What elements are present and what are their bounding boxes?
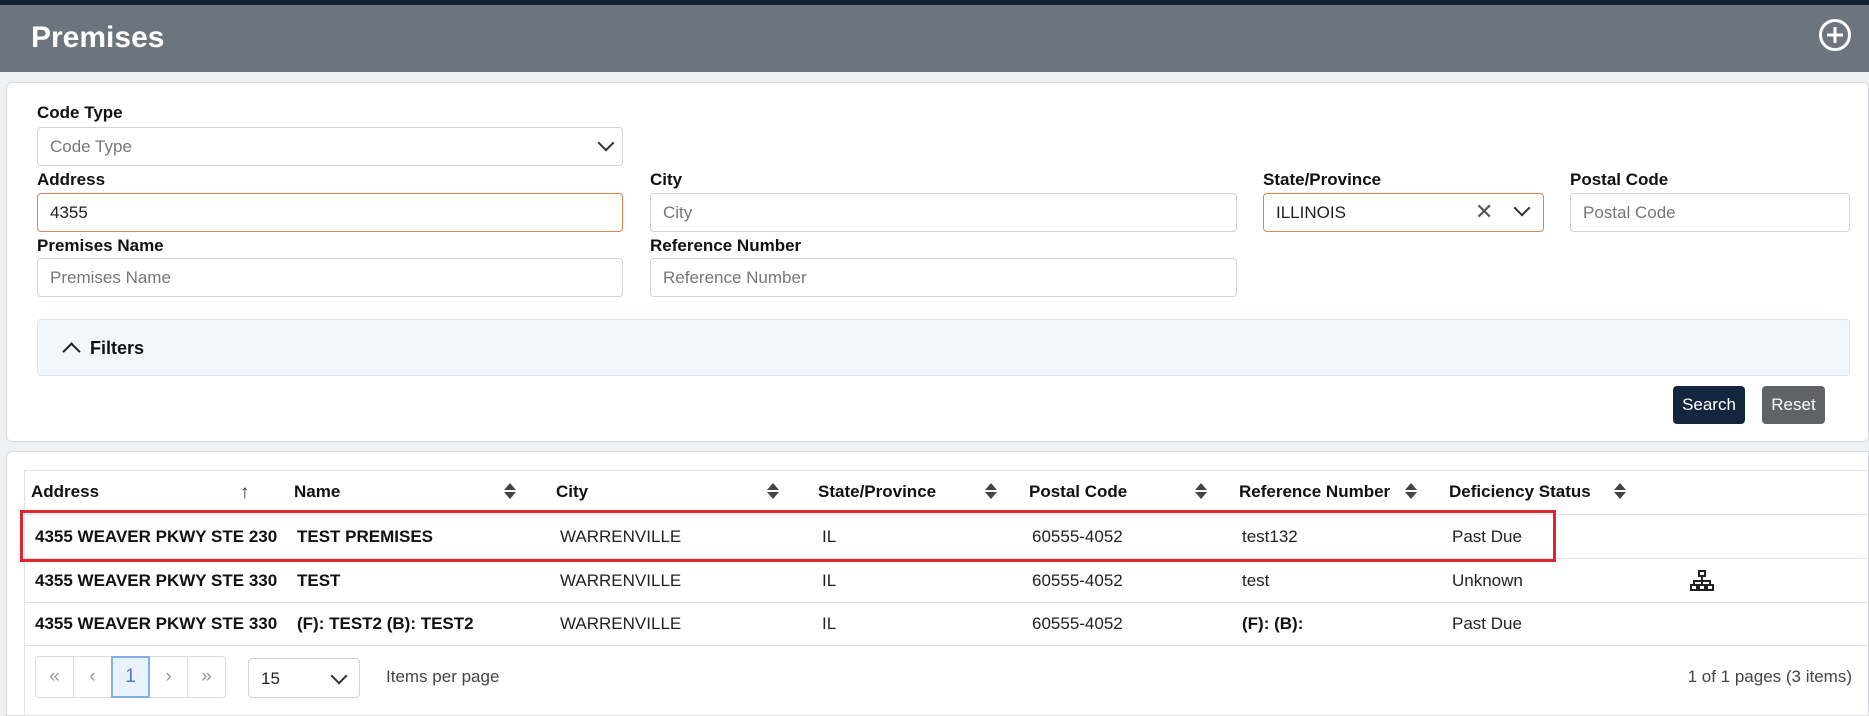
reference-number-input[interactable]: Reference Number [650, 258, 1237, 297]
column-header-state[interactable]: State/Province [818, 482, 936, 502]
sort-icon[interactable] [504, 482, 516, 500]
cell-postal-code: 60555-4052 [1032, 571, 1123, 590]
page-title: Premises [31, 21, 165, 54]
city-label: City [650, 170, 683, 189]
sort-icon[interactable] [1405, 482, 1417, 500]
cell-status: Past Due [1452, 614, 1522, 633]
cell-city: WARRENVILLE [560, 614, 682, 633]
column-header-name[interactable]: Name [294, 482, 340, 502]
column-header-postal-code[interactable]: Postal Code [1029, 482, 1127, 502]
column-header-deficiency-status[interactable]: Deficiency Status [1449, 482, 1591, 502]
postal-code-label: Postal Code [1570, 170, 1669, 189]
cell-name: TEST [297, 571, 341, 590]
pagination: « ‹ 1 › » [35, 656, 226, 698]
row-divider [24, 645, 1869, 646]
column-header-address[interactable]: Address [31, 482, 99, 502]
cell-city: WARRENVILLE [560, 571, 682, 590]
cell-state: IL [822, 614, 837, 633]
cell-status: Unknown [1452, 571, 1523, 590]
chevron-down-icon [597, 134, 615, 152]
first-page-button[interactable]: « [35, 656, 74, 698]
cell-postal-code: 60555-4052 [1032, 614, 1123, 633]
cell-address: 4355 WEAVER PKWY STE 230 [35, 527, 278, 546]
filters-label: Filters [90, 338, 145, 358]
page-size-value: 15 [261, 669, 280, 688]
search-button[interactable]: Search [1673, 386, 1745, 424]
state-select[interactable]: ILLINOIS ✕ [1263, 193, 1544, 232]
reset-button[interactable]: Reset [1762, 386, 1825, 424]
state-value: ILLINOIS [1276, 203, 1346, 222]
previous-page-button[interactable]: ‹ [73, 656, 112, 698]
chevron-down-icon [330, 667, 348, 685]
code-type-placeholder: Code Type [50, 137, 132, 156]
cell-postal-code: 60555-4052 [1032, 527, 1123, 546]
cell-reference: test132 [1242, 527, 1298, 546]
cell-address: 4355 WEAVER PKWY STE 330 [35, 614, 278, 633]
cell-city: WARRENVILLE [560, 527, 682, 546]
sort-ascending-icon[interactable]: ↑ [240, 482, 250, 504]
premises-name-label: Premises Name [37, 236, 164, 255]
next-page-button[interactable]: › [149, 656, 188, 698]
clear-icon[interactable]: ✕ [1475, 201, 1493, 223]
reference-number-label: Reference Number [650, 236, 802, 255]
cell-name: (F): TEST2 (B): TEST2 [297, 614, 474, 633]
address-input[interactable]: 4355 [37, 193, 623, 232]
page-number-button[interactable]: 1 [111, 656, 150, 698]
hierarchy-icon[interactable] [1690, 570, 1714, 592]
page-size-select[interactable]: 15 [248, 658, 360, 698]
row-divider [24, 558, 1869, 559]
page-header: Premises [0, 5, 1869, 72]
sort-icon[interactable] [985, 482, 997, 500]
filters-toggle[interactable]: Filters [37, 319, 1850, 376]
code-type-label: Code Type [37, 103, 123, 122]
cell-status: Past Due [1452, 527, 1522, 546]
city-input[interactable]: City [650, 193, 1237, 232]
cell-name: TEST PREMISES [297, 527, 434, 546]
postal-code-input[interactable]: Postal Code [1570, 193, 1850, 232]
row-divider [24, 514, 1869, 515]
sort-icon[interactable] [1195, 482, 1207, 500]
pagination-info: 1 of 1 pages (3 items) [1687, 667, 1852, 686]
state-label: State/Province [1263, 170, 1382, 189]
sort-icon[interactable] [1614, 482, 1626, 500]
cell-reference: test [1242, 571, 1270, 590]
cell-address: 4355 WEAVER PKWY STE 330 [35, 571, 278, 590]
items-per-page-label: Items per page [386, 667, 500, 686]
plus-circle-icon[interactable] [1819, 19, 1851, 51]
sort-icon[interactable] [767, 482, 779, 500]
column-header-reference-number[interactable]: Reference Number [1239, 482, 1390, 502]
cell-state: IL [822, 571, 837, 590]
cell-reference: (F): (B): [1242, 614, 1304, 633]
chevron-down-icon [1513, 199, 1531, 217]
row-divider [24, 602, 1869, 603]
code-type-select[interactable]: Code Type [37, 127, 623, 166]
address-label: Address [37, 170, 106, 189]
last-page-button[interactable]: » [187, 656, 226, 698]
chevron-up-icon [62, 342, 81, 361]
column-header-city[interactable]: City [556, 482, 588, 502]
premises-name-input[interactable]: Premises Name [37, 258, 623, 297]
cell-state: IL [822, 527, 837, 546]
